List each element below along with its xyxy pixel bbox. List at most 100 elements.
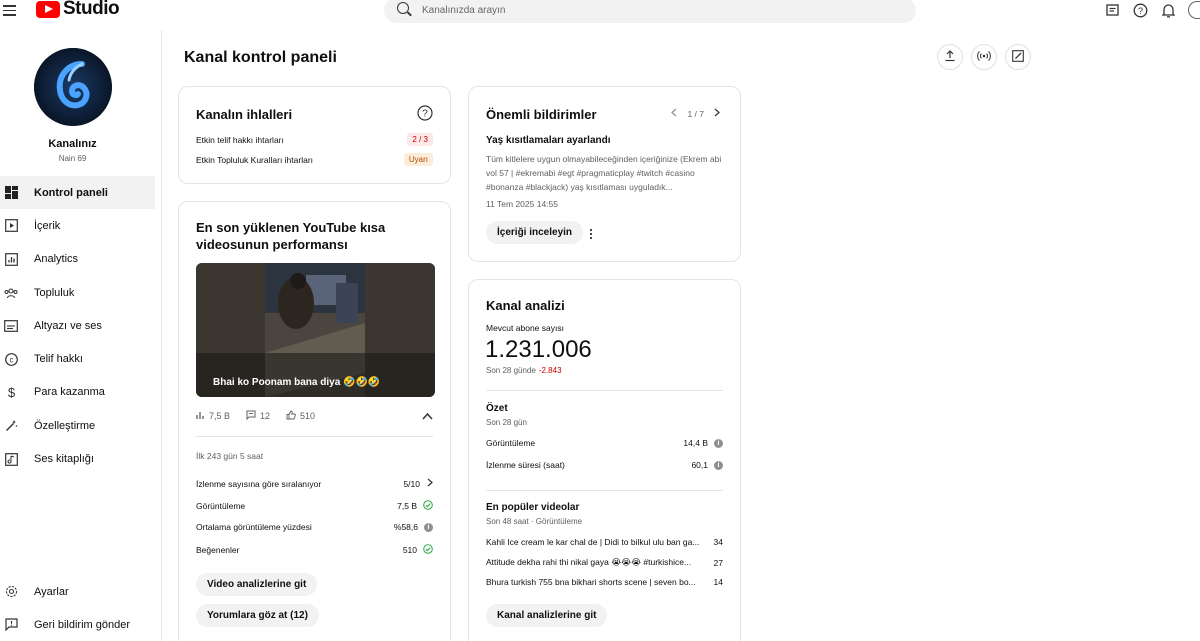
summary-watch-time-row: İzlenme süresi (saat) 60,1 i <box>486 460 723 470</box>
more-vert-icon[interactable] <box>589 228 593 243</box>
row-label: Görüntüleme <box>196 501 246 511</box>
sidebar-item-audio-library[interactable]: Ses kitaplığı <box>0 442 155 475</box>
subscribers-change-value: -2.843 <box>538 366 562 375</box>
latest-short-card: En son yüklenen YouTube kısa videosunun … <box>178 201 451 641</box>
info-icon[interactable]: i <box>714 438 723 448</box>
stats-period: İlk 243 gün 5 saat <box>196 451 264 461</box>
notification-date: 11 Tem 2025 14:55 <box>486 199 558 209</box>
likes-count: 510 <box>300 411 316 421</box>
row-value: 510 <box>402 545 417 555</box>
notification-headline: Yaş kısıtlamaları ayarlandı <box>486 135 611 146</box>
subtitles-icon <box>4 319 18 333</box>
sidebar-item-content[interactable]: İçerik <box>0 209 155 242</box>
summary-views-row: Görüntüleme 14,4 B i <box>486 438 723 448</box>
top-video-row[interactable]: Bhura turkish 755 bna bikhari shorts sce… <box>486 577 723 587</box>
subscribers-label: Mevcut abone sayısı <box>486 323 564 333</box>
channel-analytics-card: Kanal analizi Mevcut abone sayısı 1.231.… <box>468 279 741 641</box>
chevron-right-icon[interactable] <box>714 108 720 119</box>
help-icon[interactable]: ? <box>1132 2 1148 18</box>
check-circle-icon <box>423 500 433 512</box>
sidebar-item-label: Ses kitaplığı <box>34 453 94 466</box>
top-videos-period: Son 48 saat · Görüntüleme <box>486 517 583 526</box>
sidebar-item-label: Geri bildirim gönder <box>34 618 130 631</box>
channel-analytics-button[interactable]: Kanal analizlerine git <box>486 604 608 627</box>
review-content-button[interactable]: İçeriği inceleyin <box>486 221 584 244</box>
divider <box>486 390 723 391</box>
sidebar-item-subtitles[interactable]: Altyazı ve ses <box>0 309 155 342</box>
copyright-icon: c <box>4 352 18 366</box>
sidebar-item-feedback[interactable]: Geri bildirim gönder <box>0 608 155 641</box>
help-icon[interactable]: ? <box>417 105 433 124</box>
info-icon[interactable]: i <box>424 522 433 532</box>
sidebar-item-settings[interactable]: Ayarlar <box>0 575 155 608</box>
video-views: 34 <box>713 537 723 547</box>
top-video-row[interactable]: Kahli Ice cream le kar chal de | Didi to… <box>486 537 723 547</box>
account-avatar[interactable] <box>1188 1 1200 19</box>
customization-icon <box>4 419 18 433</box>
row-value: %58,6 <box>393 522 418 532</box>
channel-subtitle: Nain 69 <box>58 154 87 163</box>
ranking-row[interactable]: İzlenme sayısına göre sıralanıyor 5/10 <box>196 478 433 489</box>
messages-icon[interactable] <box>1104 2 1120 18</box>
analytics-title: Kanal analizi <box>486 298 565 313</box>
sidebar-item-label: Kontrol paneli <box>34 186 108 199</box>
short-thumbnail[interactable]: Bhai ko Poonam bana diya 🤣🤣🤣 <box>196 263 435 397</box>
top-video-row[interactable]: Attitude dekha rahi thi nikal gaya 😭😭😭 #… <box>486 557 723 568</box>
chevron-left-icon[interactable] <box>671 108 677 119</box>
sidebar-item-customization[interactable]: Özelleştirme <box>0 409 155 442</box>
likes-icon <box>286 410 296 422</box>
row-label: Ortalama görüntüleme yüzdesi <box>196 522 312 532</box>
sidebar-item-label: İçerik <box>34 219 61 232</box>
notification-body: Tüm kitlelere uygun olmayabileceğinden i… <box>486 154 722 192</box>
comments-icon <box>246 410 256 422</box>
create-post-button[interactable] <box>1005 44 1031 70</box>
video-title: Bhura turkish 755 bna bikhari shorts sce… <box>486 577 696 587</box>
notifications-title: Önemli bildirimler <box>486 107 597 122</box>
copyright-strikes-row[interactable]: Etkin telif hakkı ihtarları 2 / 3 <box>196 133 433 146</box>
row-value: 5/10 <box>403 478 420 489</box>
svg-text:?: ? <box>422 109 428 120</box>
info-icon[interactable]: i <box>714 460 723 470</box>
divider <box>486 490 723 491</box>
check-circle-icon <box>423 544 433 556</box>
community-icon <box>4 286 18 300</box>
go-live-button[interactable] <box>971 44 997 70</box>
menu-icon[interactable] <box>3 2 19 18</box>
sidebar-item-label: Para kazanma <box>34 386 105 399</box>
search-bar[interactable] <box>384 0 916 23</box>
video-views: 14 <box>713 577 723 587</box>
content-icon <box>4 219 18 233</box>
page-title: Kanal kontrol paneli <box>184 49 337 66</box>
youtube-logo-icon <box>36 0 60 18</box>
community-strikes-row[interactable]: Etkin Topluluk Kuralları ihtarları Uyarı <box>196 153 433 166</box>
row-label: İzlenme sayısına göre sıralanıyor <box>196 478 322 489</box>
audio-library-icon <box>4 452 18 466</box>
search-icon[interactable] <box>397 2 409 14</box>
short-caption: Bhai ko Poonam bana diya 🤣🤣🤣 <box>213 377 381 388</box>
view-comments-button[interactable]: Yorumlara göz at (12) <box>196 604 319 627</box>
sidebar-item-monetization[interactable]: $ Para kazanma <box>0 376 155 409</box>
search-input[interactable] <box>422 1 872 19</box>
notifications-bell-icon[interactable] <box>1160 2 1176 18</box>
edit-icon <box>1012 49 1024 65</box>
svg-text:c: c <box>9 355 13 364</box>
sidebar-item-copyright[interactable]: c Telif hakkı <box>0 342 155 375</box>
sidebar-item-dashboard[interactable]: Kontrol paneli <box>0 176 155 210</box>
live-icon <box>977 50 991 65</box>
channel-avatar[interactable] <box>34 48 112 126</box>
video-analytics-button[interactable]: Video analizlerine git <box>196 573 318 596</box>
comments-count: 12 <box>260 411 271 421</box>
row-label: Etkin Topluluk Kuralları ihtarları <box>196 154 314 165</box>
sidebar-item-analytics[interactable]: Analytics <box>0 243 155 276</box>
video-title: Kahli Ice cream le kar chal de | Didi to… <box>486 537 700 547</box>
collapse-chevron-up-icon[interactable] <box>422 409 433 423</box>
sidebar-item-label: Özelleştirme <box>34 419 96 432</box>
row-label: Beğenenler <box>196 545 240 555</box>
row-value: 14,4 B <box>683 438 708 448</box>
upload-button[interactable] <box>937 44 963 70</box>
chevron-right-icon <box>427 478 433 489</box>
row-label: Görüntüleme <box>486 438 536 448</box>
studio-logo[interactable]: Studio <box>36 0 120 19</box>
svg-text:?: ? <box>1137 6 1142 16</box>
sidebar-item-community[interactable]: Topluluk <box>0 276 155 309</box>
